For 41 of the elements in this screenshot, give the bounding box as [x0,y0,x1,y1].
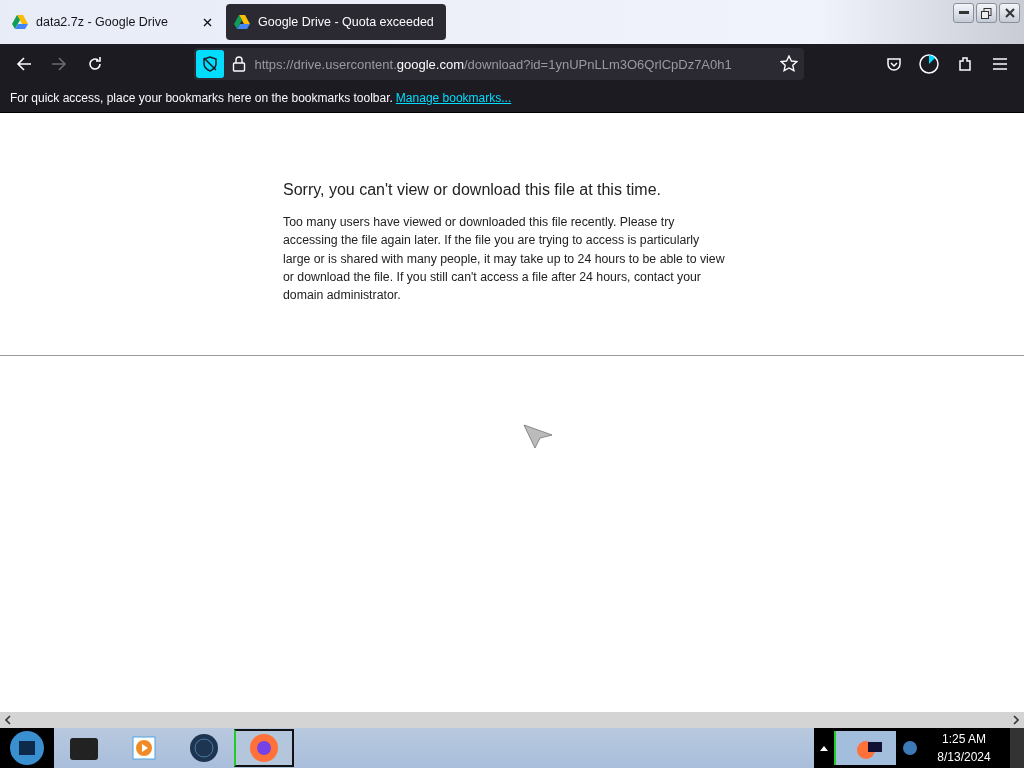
browser-tab[interactable]: Google Drive - Quota exceeded [226,4,446,40]
clock-date[interactable]: 8/13/2024 [924,748,1004,766]
cursor-icon [523,424,553,450]
back-arrow-icon[interactable] [15,56,32,72]
firefox-icon [249,733,279,763]
lock-icon [232,56,247,72]
close-window-button[interactable] [999,3,1020,23]
drive-icon [12,15,28,29]
close-icon[interactable] [1004,8,1015,18]
error-heading: Sorry, you can't view or download this file at this time. [283,181,663,199]
scroll-left-icon[interactable] [4,715,12,725]
pocket-icon[interactable] [885,56,902,72]
browser-tab[interactable]: data2.7z - Google Drive [4,4,220,40]
reload-icon[interactable] [86,56,103,72]
restore-button[interactable] [976,3,997,23]
star-icon[interactable] [780,55,799,73]
address-bar[interactable]: https://drive.usercontent.google.com/download?id=1ynUPnLLm3O6QrlCpDz7A0h1 [194,48,805,80]
tray-preview-image [834,731,896,765]
globe-icon [189,733,219,763]
shield-icon[interactable] [196,50,225,78]
horizontal-scrollbar[interactable] [0,712,1024,728]
clock-time[interactable]: 1:25 AM [924,730,1004,748]
restore-icon[interactable] [981,7,992,19]
taskbar-app-button[interactable] [234,729,294,767]
timer-icon[interactable] [918,53,941,75]
media-player-icon [132,736,156,760]
show-hidden-icons-icon[interactable] [820,745,828,751]
close-icon[interactable] [203,17,212,27]
forward-arrow-icon[interactable] [51,56,68,72]
manage-bookmarks-link[interactable]: Manage bookmarks... [395,91,512,105]
drive-icon [234,15,250,29]
url-text[interactable]: https://drive.usercontent.google.com/download?id=1ynUPnLLm3O6QrlCpDz7A0h1 [254,56,732,72]
minimize-icon[interactable] [958,11,969,15]
menu-icon[interactable] [992,57,1009,71]
puzzle-icon[interactable] [956,56,973,72]
minimize-button[interactable] [953,3,974,23]
scroll-right-icon[interactable] [1012,715,1020,725]
bookmarks-message: For quick access, place your bookmarks here on the bookmarks toolbar. [10,91,393,105]
error-message: Too many users have viewed or downloaded this file recently. Please try accessing the file again later. If the file you are trying to access is particularly large or is shared with many people, it may take up to 24 hours to be able to view or download the file. If you still can't access a file after 24 hours, contact your domain administrator. [283,214,726,305]
network-icon[interactable] [902,740,918,756]
start-button[interactable] [0,728,54,768]
